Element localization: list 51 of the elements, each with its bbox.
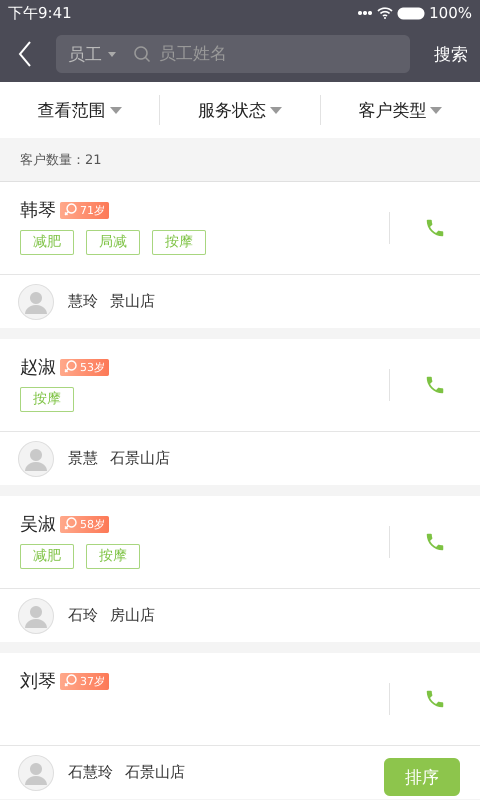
- battery-icon: [397, 6, 426, 20]
- store-name: 石景山店: [125, 763, 185, 782]
- battery-percent: 100%: [429, 4, 472, 22]
- avatar-icon: [18, 598, 54, 634]
- search-icon: [134, 46, 151, 62]
- caret-icon: [430, 106, 442, 114]
- search-button[interactable]: 搜索: [434, 42, 468, 66]
- customer-name: 吴淑: [20, 513, 56, 536]
- store-name: 石景山店: [110, 449, 170, 468]
- wifi-icon: [377, 7, 394, 19]
- phone-icon[interactable]: [424, 531, 446, 553]
- store-name: 房山店: [110, 606, 155, 625]
- female-symbol-icon: [64, 674, 77, 688]
- staff-name: 慧玲: [68, 292, 98, 311]
- signal-dots-icon: [357, 10, 374, 16]
- avatar-icon: [18, 754, 54, 790]
- avatar-icon: [18, 284, 54, 320]
- store-name: 景山店: [110, 292, 155, 311]
- service-tag: 减肥: [20, 230, 74, 255]
- customer-count: 客户数量：21: [20, 152, 102, 168]
- filter-dropdown[interactable]: 客户类型: [358, 98, 426, 122]
- age-badge: 58岁: [60, 516, 109, 532]
- service-tag: 按摩: [152, 230, 206, 255]
- customer-name: 韩琴: [20, 199, 56, 222]
- phone-icon[interactable]: [424, 688, 446, 710]
- female-symbol-icon: [64, 203, 77, 217]
- avatar-icon: [18, 440, 54, 476]
- female-symbol-icon: [64, 360, 77, 374]
- staff-name: 石慧玲: [68, 763, 113, 782]
- customer-name: 赵淑: [20, 356, 56, 379]
- filter-dropdown[interactable]: 服务状态: [198, 98, 266, 122]
- caret-icon: [108, 52, 116, 56]
- customer-name: 刘琴: [20, 670, 56, 693]
- female-symbol-icon: [64, 517, 77, 531]
- age-badge: 71岁: [60, 202, 109, 218]
- phone-icon[interactable]: [424, 217, 446, 239]
- staff-name: 景慧: [68, 449, 98, 468]
- staff-name: 石玲: [68, 606, 98, 625]
- filter-dropdown[interactable]: 查看范围: [38, 98, 106, 122]
- back-icon[interactable]: [18, 41, 32, 67]
- phone-icon[interactable]: [424, 374, 446, 396]
- service-tag: 按摩: [86, 544, 140, 569]
- service-tag: 按摩: [20, 387, 74, 412]
- service-tag: 局减: [86, 230, 140, 255]
- age-badge: 37岁: [60, 672, 109, 690]
- search-field[interactable]: 员工姓名: [157, 43, 398, 65]
- caret-icon: [110, 106, 122, 114]
- caret-icon: [270, 106, 282, 114]
- service-tag: 减肥: [20, 544, 74, 569]
- age-badge: 53岁: [60, 358, 109, 376]
- status-time: 下午9:41: [8, 4, 72, 22]
